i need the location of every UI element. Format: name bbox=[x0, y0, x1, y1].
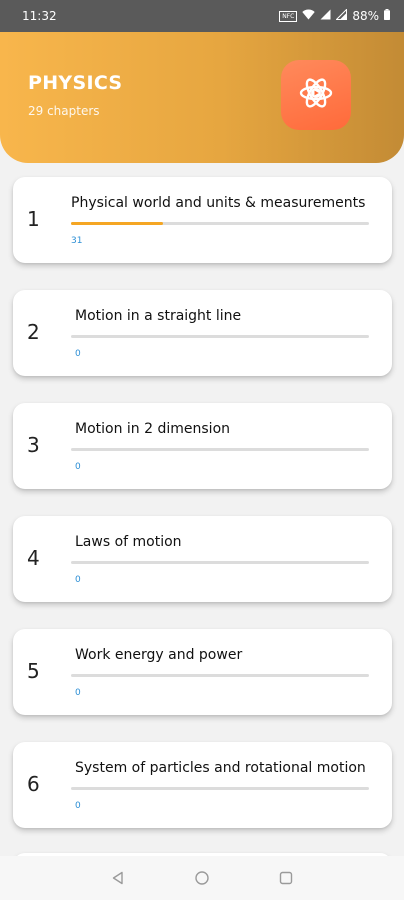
chapter-progress-track bbox=[71, 561, 369, 564]
chapter-progress-label: 0 bbox=[75, 462, 81, 472]
system-nav-bar bbox=[0, 856, 404, 900]
back-icon[interactable] bbox=[108, 868, 128, 888]
wifi-icon bbox=[302, 9, 316, 23]
chapter-number: 5 bbox=[27, 659, 40, 683]
atom-icon bbox=[296, 73, 336, 117]
chapter-progress-track bbox=[71, 674, 369, 677]
chapter-card[interactable]: 1 Physical world and units & measurement… bbox=[13, 177, 392, 263]
nfc-icon: NFC bbox=[279, 10, 298, 22]
chapter-card[interactable]: 6 System of particles and rotational mot… bbox=[13, 742, 392, 828]
chapter-number: 6 bbox=[27, 772, 40, 796]
subject-header: PHYSICS 29 chapters bbox=[0, 32, 404, 163]
chapter-number: 1 bbox=[27, 207, 40, 231]
signal-icon-secondary bbox=[335, 8, 348, 23]
chapter-title: Laws of motion bbox=[75, 534, 182, 550]
subject-badge bbox=[281, 60, 351, 130]
status-time: 11:32 bbox=[22, 9, 57, 23]
chapter-number: 2 bbox=[27, 320, 40, 344]
chapter-card[interactable]: 4 Laws of motion 0 bbox=[13, 516, 392, 602]
subject-title: PHYSICS bbox=[28, 72, 123, 94]
chapter-card[interactable]: 2 Motion in a straight line 0 bbox=[13, 290, 392, 376]
chapter-progress-label: 0 bbox=[75, 801, 81, 811]
battery-percent: 88% bbox=[352, 9, 379, 23]
chapter-progress-track bbox=[71, 222, 369, 225]
signal-icon bbox=[320, 9, 331, 23]
chapter-title: Physical world and units & measurements bbox=[71, 195, 366, 211]
battery-icon bbox=[384, 9, 390, 23]
chapter-progress-label: 31 bbox=[71, 236, 83, 246]
status-icons: NFC 88% bbox=[279, 8, 390, 23]
status-bar: 11:32 NFC 88% bbox=[0, 0, 404, 32]
chapter-title: Work energy and power bbox=[75, 647, 243, 663]
chapter-progress-track bbox=[71, 448, 369, 451]
chapter-progress-track bbox=[71, 335, 369, 338]
chapter-progress-fill bbox=[71, 222, 164, 225]
chapter-title: System of particles and rotational motio… bbox=[75, 760, 366, 776]
chapter-progress-label: 0 bbox=[75, 349, 81, 359]
chapter-progress-label: 0 bbox=[75, 575, 81, 585]
recents-icon[interactable] bbox=[276, 868, 296, 888]
chapter-card[interactable]: 5 Work energy and power 0 bbox=[13, 629, 392, 715]
chapter-card[interactable]: 3 Motion in 2 dimension 0 bbox=[13, 403, 392, 489]
chapter-list: 1 Physical world and units & measurement… bbox=[0, 163, 404, 856]
chapter-title: Motion in a straight line bbox=[75, 308, 242, 324]
chapter-count: 29 chapters bbox=[28, 104, 100, 118]
chapter-number: 4 bbox=[27, 546, 40, 570]
chapter-progress-label: 0 bbox=[75, 688, 81, 698]
chapter-number: 3 bbox=[27, 433, 40, 457]
home-icon[interactable] bbox=[192, 868, 212, 888]
chapter-title: Motion in 2 dimension bbox=[75, 421, 231, 437]
chapter-progress-track bbox=[71, 787, 369, 790]
